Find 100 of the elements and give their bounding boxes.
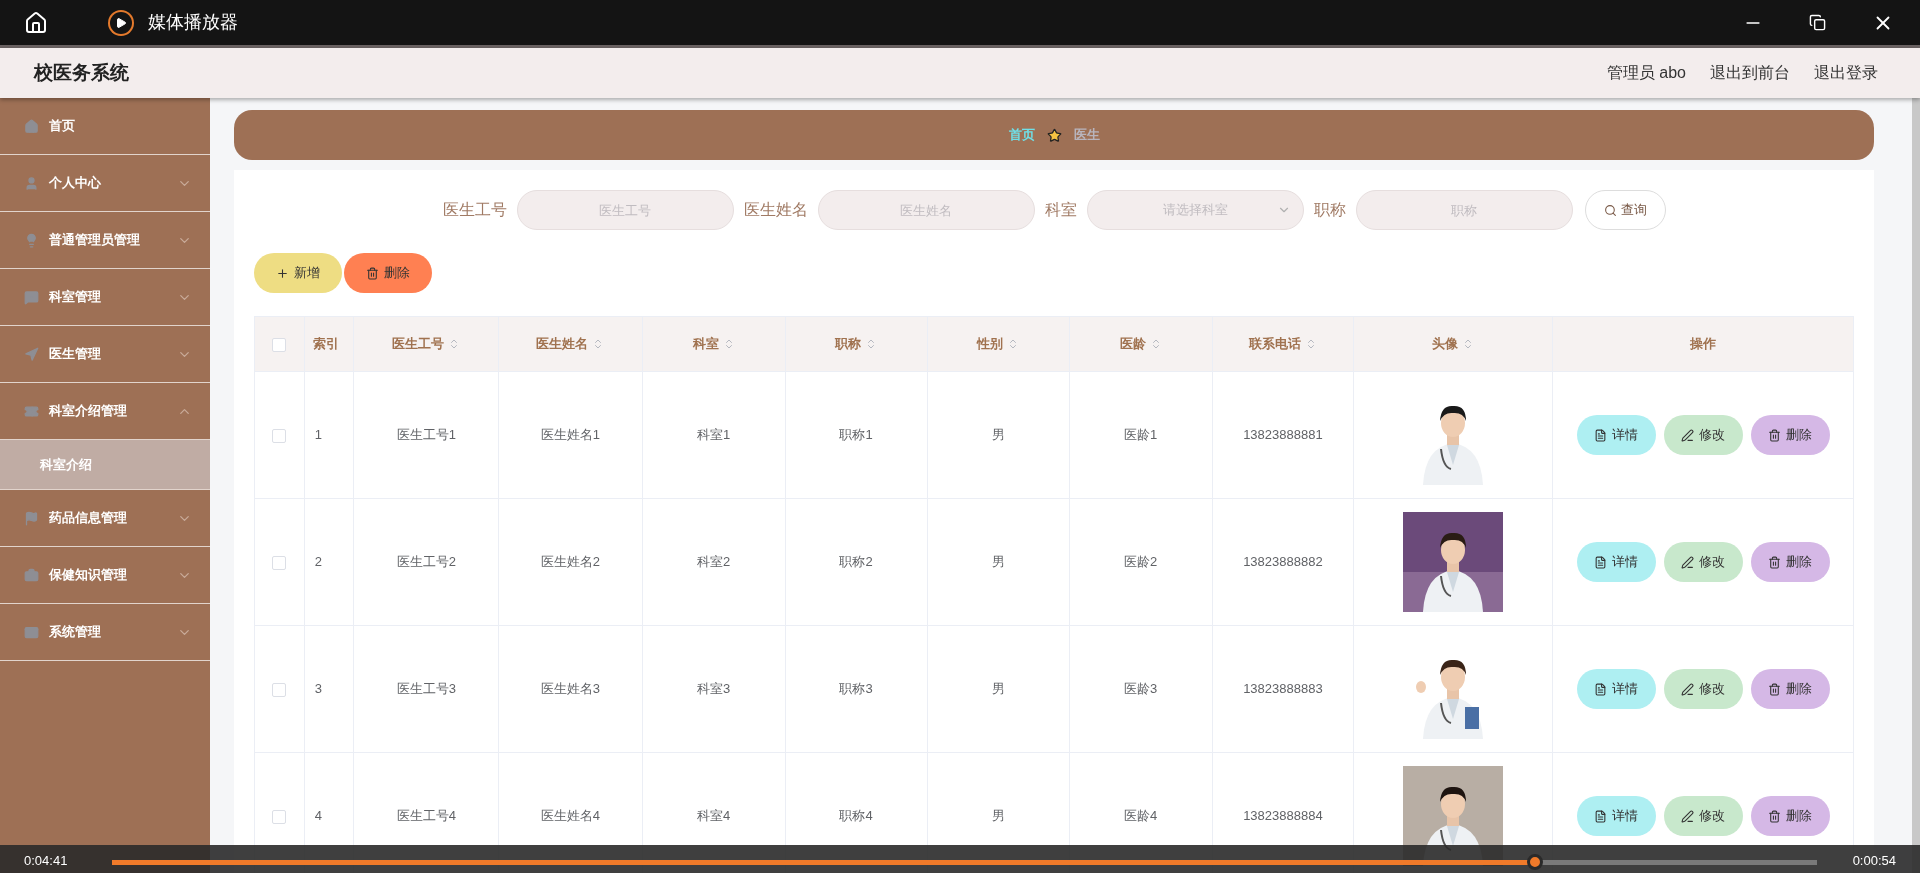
play-icon [108, 9, 134, 36]
table-cell: 医龄3 [1069, 625, 1213, 753]
field-label: 医生工号 [442, 200, 507, 220]
column-header[interactable]: 医龄 [1069, 316, 1213, 372]
trash-icon [1768, 682, 1782, 696]
checkbox[interactable] [272, 682, 287, 697]
pen-icon [1681, 428, 1695, 442]
table-cell: 3 [304, 625, 354, 753]
column-header: 索引 [304, 316, 354, 372]
sidebar-item[interactable]: 个人中心 [0, 155, 210, 212]
sidebar-item[interactable]: 普通管理员管理 [0, 212, 210, 269]
remaining-time: 0:00:54 [1852, 852, 1896, 870]
table-cell: 13823888883 [1212, 625, 1354, 753]
plus-icon [276, 266, 289, 280]
delete-button[interactable]: 删除 [1750, 542, 1830, 582]
detail-button[interactable]: 详情 [1576, 542, 1656, 582]
flag-icon [24, 510, 39, 526]
navigation-icon [24, 346, 39, 362]
submenu-item[interactable]: 科室介绍 [0, 440, 210, 490]
detail-button[interactable]: 详情 [1576, 669, 1656, 709]
table-cell: 2 [304, 498, 354, 626]
sidebar-item[interactable]: 首页 [0, 98, 210, 155]
trash-icon [1768, 809, 1782, 823]
table-cell: 职称2 [785, 498, 928, 626]
add-button[interactable]: 新增 [254, 253, 342, 293]
sidebar-item[interactable]: 系统管理 [0, 604, 210, 661]
search-icon [1603, 203, 1617, 217]
table-cell: 职称3 [785, 625, 928, 753]
document-icon [1594, 428, 1608, 442]
header-link[interactable]: 退出登录 [1814, 61, 1878, 85]
field-label: 职称 [1313, 200, 1346, 220]
checkbox[interactable] [272, 555, 287, 570]
table-cell: 科室2 [642, 498, 786, 626]
lightbulb-icon [24, 232, 39, 248]
table-cell: 13823888881 [1212, 371, 1354, 499]
column-header[interactable]: 职称 [785, 316, 928, 372]
app-title: 校医务系统 [34, 60, 129, 85]
restore-icon[interactable] [1809, 14, 1826, 31]
document-icon [1594, 682, 1608, 696]
delete-button[interactable]: 删除 [1750, 415, 1830, 455]
field-label: 科室 [1044, 200, 1077, 220]
sidebar-item[interactable]: 医生管理 [0, 326, 210, 383]
table-cell: 医龄2 [1069, 498, 1213, 626]
table-cell: 医生工号1 [353, 371, 499, 499]
user-icon [24, 175, 39, 191]
trash-icon [1768, 555, 1782, 569]
document-icon [1594, 809, 1608, 823]
table-cell: 男 [927, 498, 1070, 626]
delete-button[interactable]: 删除 [1750, 669, 1830, 709]
table-cell: 医生工号3 [353, 625, 499, 753]
table-cell: 13823888882 [1212, 498, 1354, 626]
checkbox[interactable] [272, 337, 287, 352]
trash-icon [366, 266, 379, 280]
table-cell: 科室3 [642, 625, 786, 753]
home-icon [24, 118, 39, 134]
pen-icon [1681, 555, 1695, 569]
delete-button[interactable]: 删除 [344, 253, 432, 293]
pen-icon [1681, 809, 1695, 823]
elapsed-time: 0:04:41 [24, 852, 69, 870]
search-button[interactable]: 查询 [1584, 190, 1666, 230]
sidebar-item[interactable]: 保健知识管理 [0, 547, 210, 604]
sidebar-item[interactable]: 药品信息管理 [0, 490, 210, 547]
window-title: 媒体播放器 [148, 11, 238, 34]
column-header[interactable]: 性别 [927, 316, 1070, 372]
table-cell: 医龄1 [1069, 371, 1213, 499]
checkbox[interactable] [272, 428, 287, 443]
breadcrumb-item[interactable]: 首页 [1008, 125, 1035, 145]
delete-button[interactable]: 删除 [1750, 796, 1830, 836]
document-icon [1594, 555, 1608, 569]
progress-track[interactable] [112, 854, 1817, 870]
edit-button[interactable]: 修改 [1663, 796, 1743, 836]
column-header[interactable]: 科室 [642, 316, 786, 372]
pen-icon [1681, 682, 1695, 696]
chat-icon [24, 289, 39, 305]
table-cell: 科室1 [642, 371, 786, 499]
checkbox[interactable] [272, 809, 287, 824]
header-link[interactable]: 管理员 abo [1606, 61, 1686, 85]
edit-button[interactable]: 修改 [1663, 669, 1743, 709]
edit-button[interactable]: 修改 [1663, 415, 1743, 455]
detail-button[interactable]: 详情 [1576, 415, 1656, 455]
table-cell: 医生工号2 [353, 498, 499, 626]
trash-icon [1768, 428, 1782, 442]
header-link[interactable]: 退出到前台 [1710, 61, 1790, 85]
sidebar-item[interactable]: 科室管理 [0, 269, 210, 326]
table-cell: 男 [927, 371, 1070, 499]
column-header[interactable]: 联系电话 [1212, 316, 1354, 372]
column-header: 操作 [1552, 316, 1854, 372]
progress-thumb[interactable] [1527, 854, 1544, 870]
detail-button[interactable]: 详情 [1576, 796, 1656, 836]
table-cell: 医生姓名1 [498, 371, 642, 499]
column-header[interactable]: 医生姓名 [498, 316, 642, 372]
edit-button[interactable]: 修改 [1663, 542, 1743, 582]
home-icon[interactable] [24, 10, 48, 35]
table-cell: 男 [927, 625, 1070, 753]
table-cell: 1 [304, 371, 354, 499]
column-header[interactable]: 头像 [1353, 316, 1553, 372]
briefcase-icon [24, 567, 39, 583]
ticket-icon [24, 403, 39, 419]
field-label: 医生姓名 [743, 200, 808, 220]
column-header[interactable]: 医生工号 [353, 316, 499, 372]
